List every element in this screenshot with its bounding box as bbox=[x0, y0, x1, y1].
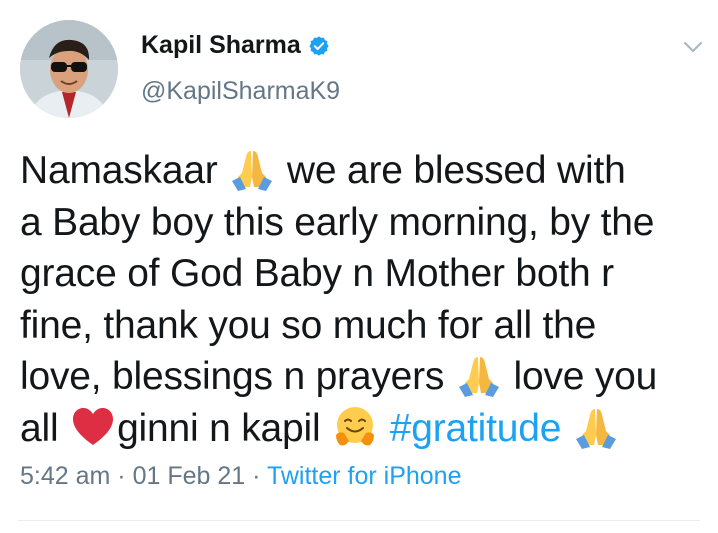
verified-badge-icon bbox=[308, 35, 330, 57]
tweet-line: Namaskaar we are blessed with bbox=[20, 145, 700, 197]
profile-photo-icon bbox=[20, 20, 118, 118]
tweet-text-segment: all bbox=[20, 406, 59, 450]
avatar[interactable] bbox=[20, 20, 118, 118]
tweet-time[interactable]: 5:42 am bbox=[20, 462, 110, 490]
folded-hands-icon bbox=[458, 357, 499, 397]
author-handle[interactable]: @KapilSharmaK9 bbox=[141, 77, 340, 106]
meta-separator: · bbox=[252, 462, 261, 490]
hugging-face-icon bbox=[336, 406, 375, 445]
chevron-down-icon[interactable] bbox=[682, 40, 704, 54]
red-heart-icon bbox=[73, 407, 114, 445]
divider bbox=[18, 520, 700, 521]
tweet-text-segment: we are blessed with bbox=[286, 149, 626, 192]
tweet-line: fine, thank you so much for all the bbox=[20, 303, 597, 347]
tweet-text-segment: love, blessings n prayers bbox=[20, 355, 445, 398]
tweet-text-segment: Namaskaar bbox=[20, 149, 218, 192]
author-name[interactable]: Kapil Sharma bbox=[141, 31, 301, 60]
tweet-meta: 5:42 am · 01 Feb 21 · Twitter for iPhone bbox=[20, 462, 461, 491]
tweet-line: grace of God Baby n Mother both r bbox=[20, 252, 614, 295]
folded-hands-icon bbox=[232, 151, 273, 191]
meta-separator: · bbox=[117, 462, 126, 490]
tweet-line: love, blessings n prayers love you bbox=[20, 351, 700, 403]
tweet-text-segment: ginni n kapil bbox=[117, 406, 321, 450]
tweet-text: Namaskaar we are blessed with a Baby boy… bbox=[20, 145, 700, 454]
hashtag-link[interactable]: #gratitude bbox=[390, 407, 562, 450]
folded-hands-icon bbox=[575, 408, 616, 449]
tweet-date[interactable]: 01 Feb 21 bbox=[133, 462, 246, 490]
author-name-row[interactable]: Kapil Sharma bbox=[141, 31, 330, 60]
tweet-line: all ginni n kapil #gratitude bbox=[20, 403, 700, 455]
tweet-source-link[interactable]: Twitter for iPhone bbox=[267, 462, 462, 490]
tweet-line: a Baby boy this early morning, by the bbox=[20, 200, 655, 244]
tweet-text-segment: love you bbox=[513, 355, 658, 398]
